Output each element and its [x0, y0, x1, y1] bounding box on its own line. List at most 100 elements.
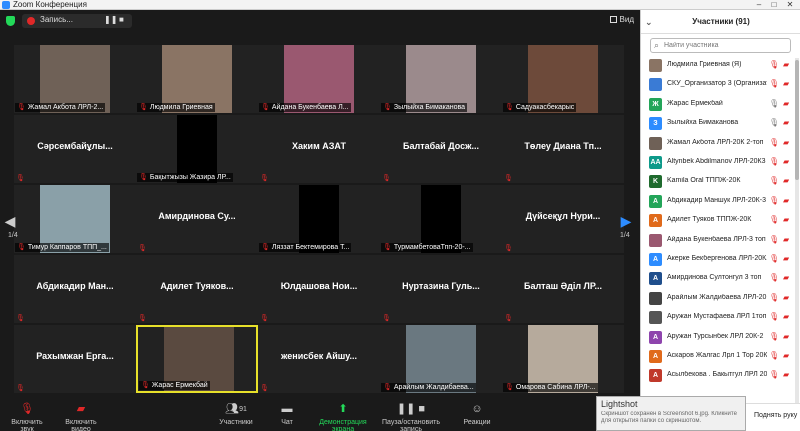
participant-list-item[interactable]: Арайлым Жалдибаева ЛРЛ-20К 🎙︎ ▰: [641, 289, 800, 308]
participant-tile[interactable]: 🎙︎ ТурмамбетоваТпп-20-...: [380, 185, 502, 253]
pause-recording-icon[interactable]: ❚❚: [104, 15, 117, 24]
participant-tile[interactable]: Балтабай Досж... 🎙︎: [380, 115, 502, 183]
participant-tile[interactable]: 🎙︎ Ляззат Бектемирова Т...: [258, 185, 380, 253]
participant-tile[interactable]: 🎙︎ Омарова Сабина ЛРЛ-...: [502, 325, 624, 393]
video-off-icon: ▰: [783, 351, 790, 360]
participant-list-item[interactable]: Ж Жарас Ермекбай 🎙︎ ▰: [641, 95, 800, 114]
participant-tile[interactable]: 🎙︎ Людмила Гриевная: [136, 45, 258, 113]
muted-mic-icon: 🎙︎: [16, 385, 25, 392]
participant-tile[interactable]: Нуртазина Гуль... 🎙︎: [380, 255, 502, 323]
mic-icon: 🎙︎: [769, 98, 780, 108]
participant-tile[interactable]: Юлдашова Нои... 🎙︎: [258, 255, 380, 323]
maximize-icon[interactable]: □: [767, 0, 781, 10]
video-off-icon: ▰: [783, 254, 790, 263]
share-screen-button[interactable]: ⬆ Демонстрация экрана: [310, 403, 376, 431]
participant-tile[interactable]: 🎙︎ Тимур Каппаров ТПП_...: [14, 185, 136, 253]
participant-list-item[interactable]: А Акерке Бекбергенова ЛРЛ-20К... 🎙︎ ▰: [641, 250, 800, 269]
participant-tile-name: Нуртазина Гуль...: [402, 281, 480, 291]
panel-collapse-chevron-icon[interactable]: ⌄: [645, 10, 653, 34]
raise-hand-button[interactable]: Поднять руку: [754, 412, 797, 419]
participant-avatar: [649, 136, 662, 150]
participant-list-item[interactable]: А Амирдинова Султонгул 3 топ 🎙︎ ▰: [641, 269, 800, 288]
participant-tile[interactable]: 🎙︎ Зылыйха Бимаканова: [380, 45, 502, 113]
stop-recording-icon[interactable]: ■: [119, 15, 124, 24]
pause-stop-recording-button[interactable]: ❚❚ ■ Пауза/остановить запись: [380, 403, 442, 431]
participant-avatar: А: [649, 214, 662, 228]
participant-list-item[interactable]: А Абдикадир Маншук ЛРЛ-20К-3 🎙︎ ▰: [641, 192, 800, 211]
participant-tile[interactable]: Сәрсембайұлы... 🎙︎: [14, 115, 136, 183]
unmute-button[interactable]: 🎙︎ Включить звук: [4, 403, 50, 431]
title-bar: Zoom Конференция – □ ✕: [0, 0, 800, 10]
participant-tile[interactable]: Рахымжан Ерга... 🎙︎: [14, 325, 136, 393]
participant-list-item[interactable]: Аружан Мустафаева ЛРЛ 1топ... 🎙︎ ▰: [641, 308, 800, 327]
participant-tile[interactable]: 🎙︎ Айдана Букенбаева Л...: [258, 45, 380, 113]
participant-list-item[interactable]: K Kamila Oral ТППЖ-20К 🎙︎ ▰: [641, 172, 800, 191]
video-off-icon: ▰: [783, 60, 790, 69]
participant-tile[interactable]: 🎙︎ Садуакасбекарыс: [502, 45, 624, 113]
participant-tile[interactable]: 🎙︎ Жамал Акбота ЛРЛ-2...: [14, 45, 136, 113]
participant-list-scroll-thumb[interactable]: [795, 60, 799, 180]
participant-tile[interactable]: Дүйсеқұл Нури... 🎙︎: [502, 185, 624, 253]
participant-list-item[interactable]: СКУ_Организатор 3 (Организатор)🎙︎▰: [641, 75, 800, 94]
participant-tile[interactable]: 🎙︎ Бақытжызы Жазира ЛР...: [136, 115, 258, 183]
participant-tile[interactable]: Балташ Әділ ЛР... 🎙︎: [502, 255, 624, 323]
participant-tile[interactable]: Хаким АЗАТ 🎙︎: [258, 115, 380, 183]
participant-list-item[interactable]: А Асылбекова . Бакытгул ЛРЛ 20К 🎙︎ ▰: [641, 366, 800, 385]
video-off-icon: ▰: [783, 176, 790, 186]
participant-list-item[interactable]: А Адилет Туяков ТППЖ-20К 🎙︎ ▰: [641, 211, 800, 230]
participant-list-item[interactable]: Жамал Акбота ЛРЛ-20К 2-топ 🎙︎ ▰: [641, 134, 800, 153]
participant-tile[interactable]: 🎙︎ Арайлым Жалдибаева...: [380, 325, 502, 393]
reactions-button[interactable]: ☺ Реакции: [460, 403, 494, 426]
participant-list-item[interactable]: Людмила Гриевная (Я) 🎙︎ ▰: [641, 56, 800, 75]
muted-mic-icon: 🎙︎: [769, 79, 780, 89]
lightshot-title: Lightshot: [601, 399, 638, 409]
participant-tile-label: 🎙︎ Арайлым Жалдибаева...: [381, 383, 476, 392]
participants-panel: ⌄ Участники (91) ⌕ Людмила Гриевная (Я) 🎙…: [640, 10, 800, 431]
start-video-button[interactable]: ▰ Включить видео: [56, 403, 106, 431]
participant-tile[interactable]: Амирдинова Су... 🎙︎: [136, 185, 258, 253]
participant-tile-name: Дүйсеқұл Нури...: [525, 211, 601, 221]
participant-list-item[interactable]: AA Altynbek Abdilmanov ЛРЛ-20К3 🎙︎ ▰: [641, 153, 800, 172]
page-indicator-right: 1/4: [620, 232, 630, 239]
participant-list-item[interactable]: З Зылыйха Бимаканова 🎙︎ ▰: [641, 114, 800, 133]
participant-tile-name: женисбек Айшу...: [281, 351, 357, 361]
chat-button[interactable]: ▬ Чат: [274, 403, 300, 426]
participant-tile[interactable]: Абдикадир Ман... 🎙︎: [14, 255, 136, 323]
participant-name: Адилет Туяков ТППЖ-20К: [667, 216, 752, 224]
participant-tile[interactable]: 🎙︎ Жарас Ермекбай: [136, 325, 258, 393]
muted-mic-icon: 🎙︎: [141, 382, 150, 389]
video-off-icon: ▰: [783, 312, 790, 322]
muted-mic-icon: 🎙︎: [138, 315, 147, 322]
participant-name: СКУ_Организатор 3 (Организатор): [667, 80, 767, 88]
participant-name: Зылыйха Бимаканова: [667, 119, 739, 127]
encryption-shield-icon[interactable]: [6, 16, 15, 26]
lightshot-notification[interactable]: Lightshot Скриншот сохранен в Screenshot…: [596, 396, 746, 431]
muted-mic-icon: 🎙︎: [139, 174, 148, 181]
muted-mic-icon: 🎙︎: [382, 315, 391, 322]
share-screen-icon: ⬆: [338, 403, 348, 415]
participant-tile-label-text: Людмила Гриевная: [149, 104, 213, 111]
participant-list-item[interactable]: А Аскаров Жалгас Лрл 1 Тор 20К 🎙︎ ▰: [641, 347, 800, 366]
participant-name: Акерке Бекбергенова ЛРЛ-20К...: [667, 255, 767, 262]
unmute-label: Включить звук: [11, 419, 43, 431]
participant-name: Арайлым Жалдибаева ЛРЛ-20К: [667, 293, 767, 301]
participant-tile[interactable]: женисбек Айшу... 🎙︎: [258, 325, 380, 393]
participant-avatar: А: [649, 272, 662, 286]
participants-panel-title: Участники (91): [692, 17, 750, 26]
participant-name: Абдикадир Маншук ЛРЛ-20К-3: [667, 196, 766, 204]
close-icon[interactable]: ✕: [783, 0, 797, 10]
minimize-icon[interactable]: –: [752, 0, 766, 10]
participant-avatar: А: [649, 369, 662, 383]
participant-avatar: [649, 291, 662, 305]
video-off-icon: ▰: [76, 403, 86, 415]
participant-list-item[interactable]: А Аружан Турсынбек ЛРЛ 20К-2 🎙︎ ▰: [641, 328, 800, 347]
muted-mic-icon: 🎙︎: [769, 331, 780, 341]
participant-tile[interactable]: Адилет Туяков... 🎙︎: [136, 255, 258, 323]
muted-mic-icon: 🎙︎: [17, 104, 26, 111]
participant-tile[interactable]: Төлеу Диана Тп... 🎙︎: [502, 115, 624, 183]
muted-mic-icon: 🎙︎: [383, 244, 392, 251]
participants-button[interactable]: 👥︎91 Участники: [216, 403, 256, 426]
view-button[interactable]: Вид: [609, 15, 634, 24]
participant-list-item[interactable]: Айдана Букенбаева ЛРЛ-3 топ 🎙︎ ▰: [641, 231, 800, 250]
participant-search-input[interactable]: [664, 40, 788, 51]
